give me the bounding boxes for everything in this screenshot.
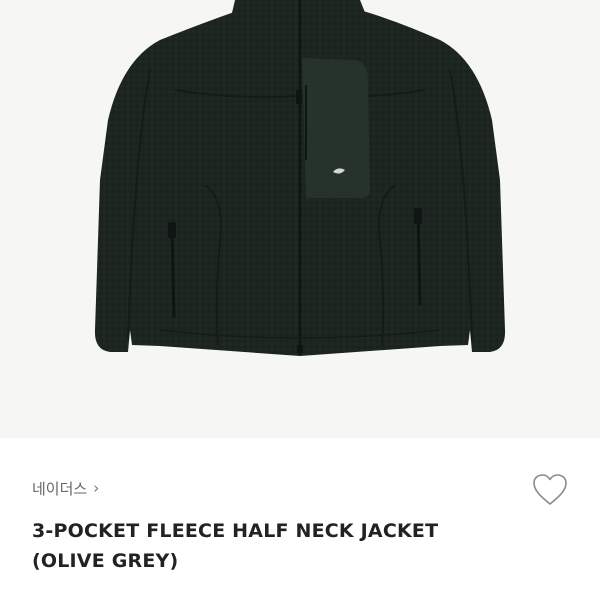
product-page: 네이더스 › 3-POCKET FLEECE HALF NECK JACKET …	[0, 0, 600, 600]
product-info: 네이더스 › 3-POCKET FLEECE HALF NECK JACKET …	[0, 438, 600, 600]
jacket-illustration	[94, 0, 506, 356]
heart-outline-icon	[533, 474, 567, 505]
product-title-line-2: (OLIVE GREY)	[32, 550, 179, 572]
wishlist-button[interactable]	[530, 472, 570, 508]
product-image[interactable]	[0, 0, 600, 438]
product-title-line-1: 3-POCKET FLEECE HALF NECK JACKET	[32, 520, 439, 542]
chevron-right-icon: ›	[93, 479, 100, 497]
brand-link[interactable]: 네이더스 ›	[32, 478, 99, 499]
product-title: 3-POCKET FLEECE HALF NECK JACKET (OLIVE …	[32, 516, 552, 576]
brand-name: 네이더스	[32, 480, 88, 498]
